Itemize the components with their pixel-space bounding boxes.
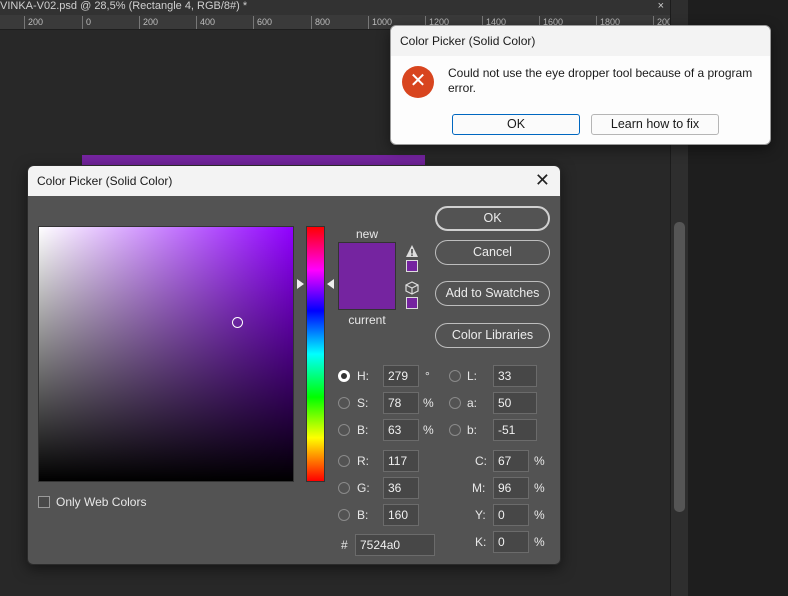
black-input[interactable]: 0 [493, 531, 529, 553]
cancel-button[interactable]: Cancel [435, 240, 550, 265]
percent-unit: % [534, 481, 545, 495]
color-picker-dialog: Color Picker (Solid Color) ✕ new current… [27, 165, 561, 565]
hue-input[interactable]: 279 [383, 365, 419, 387]
brightness-input[interactable]: 63 [383, 419, 419, 441]
ruler-tick: 600 [253, 16, 272, 29]
tab-close-icon[interactable]: × [658, 0, 664, 13]
close-icon[interactable]: ✕ [535, 166, 550, 194]
ok-button[interactable]: OK [435, 206, 550, 231]
ruler-tick: 1000 [368, 16, 392, 29]
error-dialog-title[interactable]: Color Picker (Solid Color) [391, 26, 770, 56]
magenta-input[interactable]: 96 [493, 477, 529, 499]
yellow-label: Y: [475, 508, 486, 522]
web-safe-cube-icon[interactable] [405, 281, 419, 295]
lab-a-input[interactable]: 50 [493, 392, 537, 414]
black-row: K: 0 % [472, 531, 552, 553]
hue-slider[interactable] [306, 226, 325, 482]
hex-label: # [341, 538, 348, 552]
document-tab[interactable]: VINKA-V02.psd @ 28,5% (Rectangle 4, RGB/… [0, 0, 688, 15]
new-label: new [355, 227, 378, 241]
percent-unit: % [423, 423, 434, 437]
percent-unit: % [534, 535, 545, 549]
lab-a-label: a: [467, 396, 478, 410]
green-input[interactable]: 36 [383, 477, 419, 499]
add-to-swatches-button[interactable]: Add to Swatches [435, 281, 550, 306]
yellow-row: Y: 0 % [472, 504, 552, 526]
red-row: R: 117 [338, 450, 438, 472]
lab-a-row: a: 50 [449, 392, 539, 414]
hex-input[interactable]: 7524a0 [355, 534, 435, 556]
hex-row: # 7524a0 [338, 534, 438, 556]
ruler-tick: 0 [82, 16, 91, 29]
hue-slider-right-arrow[interactable] [327, 279, 334, 289]
gamut-color-swatch[interactable] [406, 260, 418, 272]
scrollbar-thumb[interactable] [674, 222, 685, 512]
only-web-colors-checkbox[interactable] [38, 496, 50, 508]
hue-slider-left-arrow[interactable] [297, 279, 304, 289]
hue-row: H: 279 ° [338, 365, 448, 387]
red-radio[interactable] [338, 455, 350, 467]
error-dialog: Color Picker (Solid Color) ✕ Could not u… [390, 25, 771, 145]
cyan-row: C: 67 % [472, 450, 552, 472]
color-picker-title: Color Picker (Solid Color) [37, 174, 173, 188]
ruler-tick: 200 [139, 16, 158, 29]
black-label: K: [475, 535, 487, 549]
red-label: R: [357, 454, 369, 468]
error-ok-button[interactable]: OK [452, 114, 580, 135]
yellow-input[interactable]: 0 [493, 504, 529, 526]
green-radio[interactable] [338, 482, 350, 494]
learn-how-to-fix-button[interactable]: Learn how to fix [591, 114, 719, 135]
lab-a-radio[interactable] [449, 397, 461, 409]
brightness-radio[interactable] [338, 424, 350, 436]
saturation-label: S: [357, 396, 369, 410]
percent-unit: % [534, 454, 545, 468]
percent-unit: % [534, 508, 545, 522]
blue-row: B: 160 [338, 504, 438, 526]
green-label: G: [357, 481, 370, 495]
color-field[interactable] [38, 226, 294, 482]
current-label: current [348, 313, 386, 327]
cyan-input[interactable]: 67 [493, 450, 529, 472]
lab-b-label: b: [467, 423, 478, 437]
only-web-colors-label[interactable]: Only Web Colors [56, 495, 146, 509]
cyan-label: C: [475, 454, 487, 468]
blue-radio[interactable] [338, 509, 350, 521]
lab-b-radio[interactable] [449, 424, 461, 436]
green-row: G: 36 [338, 477, 438, 499]
saturation-row: S: 78 % [338, 392, 448, 414]
magenta-row: M: 96 % [472, 477, 552, 499]
lab-b-row: b: -51 [449, 419, 539, 441]
ruler-tick: 200 [24, 16, 43, 29]
percent-unit: % [423, 396, 434, 410]
brightness-label: B: [357, 423, 369, 437]
web-safe-color-swatch[interactable] [406, 297, 418, 309]
blue-label: B: [357, 508, 369, 522]
saturation-radio[interactable] [338, 397, 350, 409]
ruler-tick: 800 [311, 16, 330, 29]
hue-radio[interactable] [338, 370, 350, 382]
error-message: Could not use the eye dropper tool becau… [448, 66, 753, 95]
hue-label: H: [357, 369, 369, 383]
color-picker-titlebar[interactable]: Color Picker (Solid Color) ✕ [28, 166, 560, 196]
lab-l-radio[interactable] [449, 370, 461, 382]
new-color-swatch [338, 242, 396, 276]
degree-unit: ° [425, 369, 430, 383]
color-libraries-button[interactable]: Color Libraries [435, 323, 550, 348]
error-icon: ✕ [402, 66, 434, 98]
saturation-input[interactable]: 78 [383, 392, 419, 414]
lab-l-row: L: 33 [449, 365, 539, 387]
color-field-cursor[interactable] [232, 317, 243, 328]
lab-l-label: L: [467, 369, 478, 383]
brightness-row: B: 63 % [338, 419, 448, 441]
lab-b-input[interactable]: -51 [493, 419, 537, 441]
red-input[interactable]: 117 [383, 450, 419, 472]
magenta-label: M: [472, 481, 486, 495]
current-color-swatch[interactable] [338, 276, 396, 310]
document-tab-title: VINKA-V02.psd @ 28,5% (Rectangle 4, RGB/… [0, 0, 248, 12]
ruler-tick: 400 [196, 16, 215, 29]
blue-input[interactable]: 160 [383, 504, 419, 526]
lab-l-input[interactable]: 33 [493, 365, 537, 387]
out-of-gamut-warning-icon[interactable] [405, 244, 419, 258]
